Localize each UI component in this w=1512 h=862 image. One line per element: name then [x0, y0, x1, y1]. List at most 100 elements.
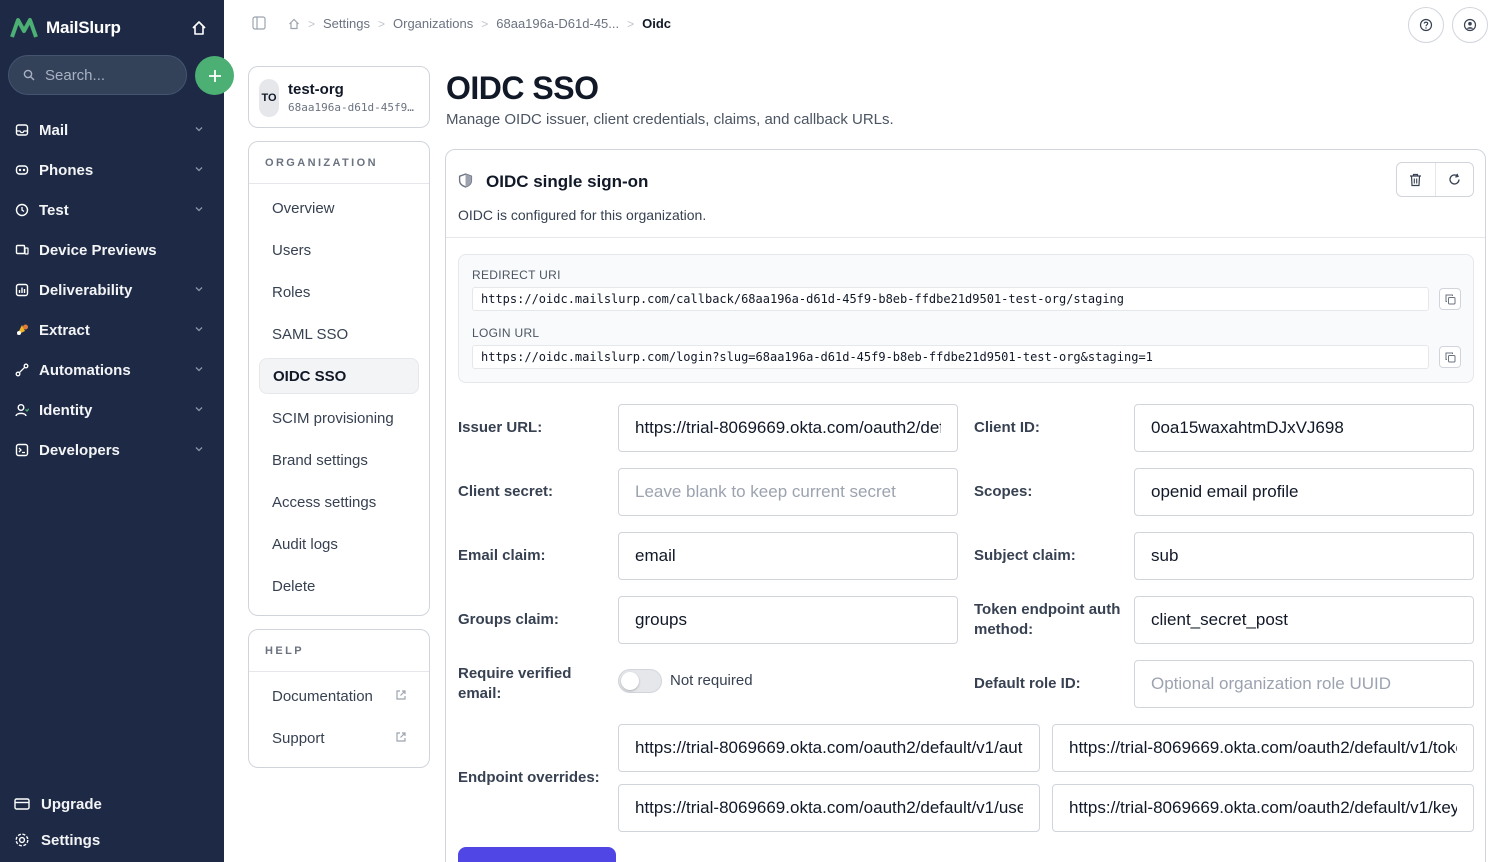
client-secret-label: Client secret:: [458, 483, 554, 500]
account-button[interactable]: [1452, 7, 1488, 43]
settings-label: Settings: [41, 831, 101, 849]
default-role-input[interactable]: [1134, 660, 1474, 708]
default-role-label: Default role ID:: [974, 675, 1081, 692]
require-verified-email-state: Not required: [670, 672, 753, 689]
authorization-endpoint-input[interactable]: [618, 724, 1040, 772]
require-verified-email-toggle[interactable]: [618, 669, 662, 693]
card-divider: [446, 237, 1485, 238]
help-nav-label: Support: [272, 729, 325, 747]
chevron-down-icon: [195, 287, 203, 292]
sidebar-item-label: Device Previews: [39, 241, 157, 259]
clock-icon: [14, 202, 30, 218]
org-nav-saml-sso[interactable]: SAML SSO: [259, 316, 419, 352]
org-nav-audit-logs[interactable]: Audit logs: [259, 526, 419, 562]
chevron-down-icon: [195, 407, 203, 412]
refresh-button[interactable]: [1434, 163, 1473, 196]
subject-claim-input[interactable]: [1134, 532, 1474, 580]
mailslurp-logo-icon: [10, 18, 38, 38]
issuer-url-input[interactable]: [618, 404, 958, 452]
help-nav-documentation[interactable]: Documentation: [259, 678, 419, 714]
client-id-input[interactable]: [1134, 404, 1474, 452]
org-nav-access-settings[interactable]: Access settings: [259, 484, 419, 520]
sidebar-item-label: Test: [39, 201, 69, 219]
inbox-icon: [14, 122, 30, 138]
org-nav-scim-provisioning[interactable]: SCIM provisioning: [259, 400, 419, 436]
jwks-endpoint-input[interactable]: [1052, 784, 1474, 832]
sidebar-item-developers[interactable]: Developers: [0, 430, 224, 470]
external-link-icon: [396, 690, 406, 700]
help-nav-support[interactable]: Support: [259, 720, 419, 756]
sidebar-item-automations[interactable]: Automations: [0, 350, 224, 390]
token-endpoint-input[interactable]: [1052, 724, 1474, 772]
refresh-icon: [1449, 173, 1460, 185]
card-description: OIDC is configured for this organization…: [458, 207, 707, 223]
breadcrumb-separator: >: [378, 16, 386, 31]
breadcrumb-item[interactable]: 68aa196a-D61d-45...: [496, 16, 619, 31]
terminal-icon: [14, 442, 30, 458]
home-icon[interactable]: [188, 17, 210, 39]
top-bar: > Settings > Organizations > 68aa196a-D6…: [224, 0, 1512, 48]
endpoint-overrides-label: Endpoint overrides:: [458, 769, 600, 786]
sidebar-item-test[interactable]: Test: [0, 190, 224, 230]
sidebar-item-extract[interactable]: Extract: [0, 310, 224, 350]
trash-icon: [1410, 173, 1422, 186]
home-icon[interactable]: [288, 18, 300, 30]
breadcrumb-item[interactable]: Settings: [323, 16, 370, 31]
help-nav: HELP Documentation Support: [248, 629, 430, 768]
client-secret-input[interactable]: [618, 468, 958, 516]
help-icon: [1419, 18, 1433, 32]
org-avatar: TO: [259, 79, 279, 117]
copy-login-url-button[interactable]: [1439, 346, 1461, 368]
oidc-card: OIDC single sign-on OIDC is configured f…: [445, 149, 1486, 862]
org-nav-roles[interactable]: Roles: [259, 274, 419, 310]
sidebar-item-deliverability[interactable]: Deliverability: [0, 270, 224, 310]
email-claim-input[interactable]: [618, 532, 958, 580]
sidebar: MailSlurp Search... Mail Phones Test Dev…: [0, 0, 234, 862]
sidebar-item-label: Developers: [39, 441, 120, 459]
org-nav-oidc-sso[interactable]: OIDC SSO: [259, 358, 419, 394]
org-nav-brand-settings[interactable]: Brand settings: [259, 442, 419, 478]
token-auth-method-input[interactable]: [1134, 596, 1474, 644]
external-link-icon: [396, 732, 406, 742]
sidebar-item-phones[interactable]: Phones: [0, 150, 224, 190]
add-button[interactable]: [195, 56, 234, 95]
email-claim-label: Email claim:: [458, 547, 546, 564]
org-id: 68aa196a-d61d-45f9-b8eb-ffdbe21d9501: [288, 101, 418, 114]
issuer-url-label: Issuer URL:: [458, 419, 543, 436]
breadcrumb-separator: >: [627, 16, 635, 31]
chart-icon: [14, 282, 30, 298]
breadcrumb-item[interactable]: Organizations: [393, 16, 473, 31]
sidebar-item-identity[interactable]: Identity: [0, 390, 224, 430]
token-auth-method-label: Token endpoint auth method:: [974, 601, 1121, 638]
org-nav-delete[interactable]: Delete: [259, 568, 419, 604]
delete-button[interactable]: [1397, 163, 1435, 196]
breadcrumb-separator: >: [481, 16, 489, 31]
plus-icon: [208, 69, 221, 82]
scopes-label: Scopes:: [974, 483, 1033, 500]
upgrade-link[interactable]: Upgrade: [14, 792, 102, 816]
help-button[interactable]: [1408, 7, 1444, 43]
save-button[interactable]: [458, 847, 616, 862]
search-input[interactable]: Search...: [8, 55, 187, 95]
sidebar-toggle-icon[interactable]: [252, 16, 266, 30]
org-switcher[interactable]: TO test-org 68aa196a-d61d-45f9-b8eb-ffdb…: [248, 66, 430, 128]
brand[interactable]: MailSlurp: [10, 14, 121, 42]
sidebar-item-label: Extract: [39, 321, 90, 339]
userinfo-endpoint-input[interactable]: [618, 784, 1040, 832]
login-url-value[interactable]: https://oidc.mailslurp.com/login?slug=68…: [472, 345, 1429, 369]
breadcrumb-current: Oidc: [642, 16, 672, 31]
scopes-input[interactable]: [1134, 468, 1474, 516]
sidebar-item-mail[interactable]: Mail: [0, 110, 224, 150]
settings-link[interactable]: Settings: [14, 828, 100, 852]
help-nav-heading: HELP: [249, 630, 429, 672]
groups-claim-input[interactable]: [618, 596, 958, 644]
search-icon: [23, 69, 35, 81]
phone-icon: [14, 162, 30, 178]
chevron-down-icon: [195, 167, 203, 172]
gear-icon: [15, 833, 29, 847]
sidebar-item-device-previews[interactable]: Device Previews: [0, 230, 224, 270]
copy-redirect-uri-button[interactable]: [1439, 288, 1461, 310]
org-nav-users[interactable]: Users: [259, 232, 419, 268]
redirect-uri-value[interactable]: https://oidc.mailslurp.com/callback/68aa…: [472, 287, 1429, 311]
org-nav-overview[interactable]: Overview: [259, 190, 419, 226]
